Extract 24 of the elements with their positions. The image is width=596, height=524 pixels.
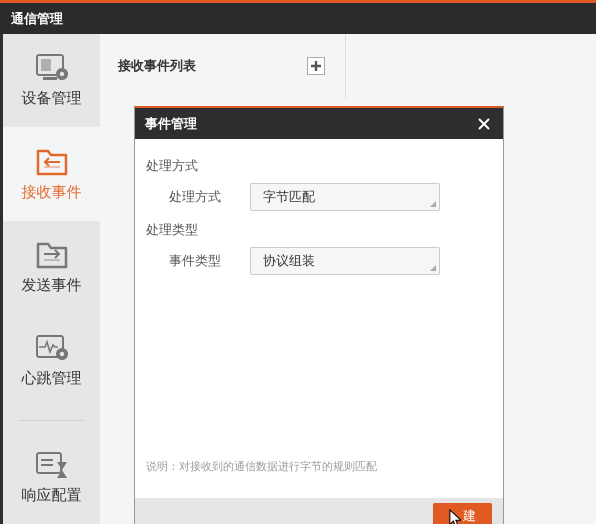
plus-icon [310,60,322,72]
folder-arrow-icon [34,240,68,270]
sidebar-item[interactable]: 响应配置 [3,430,100,524]
section-title: 处理方式 [146,158,199,175]
list-hourglass-icon [34,450,68,480]
sidebar-item[interactable]: 心跳管理 [3,314,100,408]
description-text: 说明：对接收到的通信数据进行字节的规则匹配 [146,459,378,474]
resize-grip-icon [429,200,437,208]
input-field[interactable]: 协议组装 [250,247,440,275]
add-button[interactable] [307,57,325,75]
resize-grip-icon [429,264,437,272]
field-label: 处理方式 [168,189,222,206]
dialog-title: 事件管理 [145,116,197,132]
field-label: 事件类型 [168,253,222,270]
sidebar-item[interactable]: 设备管理 [3,34,100,128]
close-icon [477,116,491,130]
app-title: 通信管理 [11,10,63,28]
section-title: 处理类型 [146,222,199,239]
close-button[interactable] [477,116,491,130]
panel-title: 接收事件列表 [118,58,197,75]
input-field[interactable]: 字节匹配 [250,183,440,211]
sidebar-item[interactable]: 发送事件 [3,220,100,314]
cursor-icon [449,509,461,524]
create-button[interactable]: 建 [433,503,492,524]
